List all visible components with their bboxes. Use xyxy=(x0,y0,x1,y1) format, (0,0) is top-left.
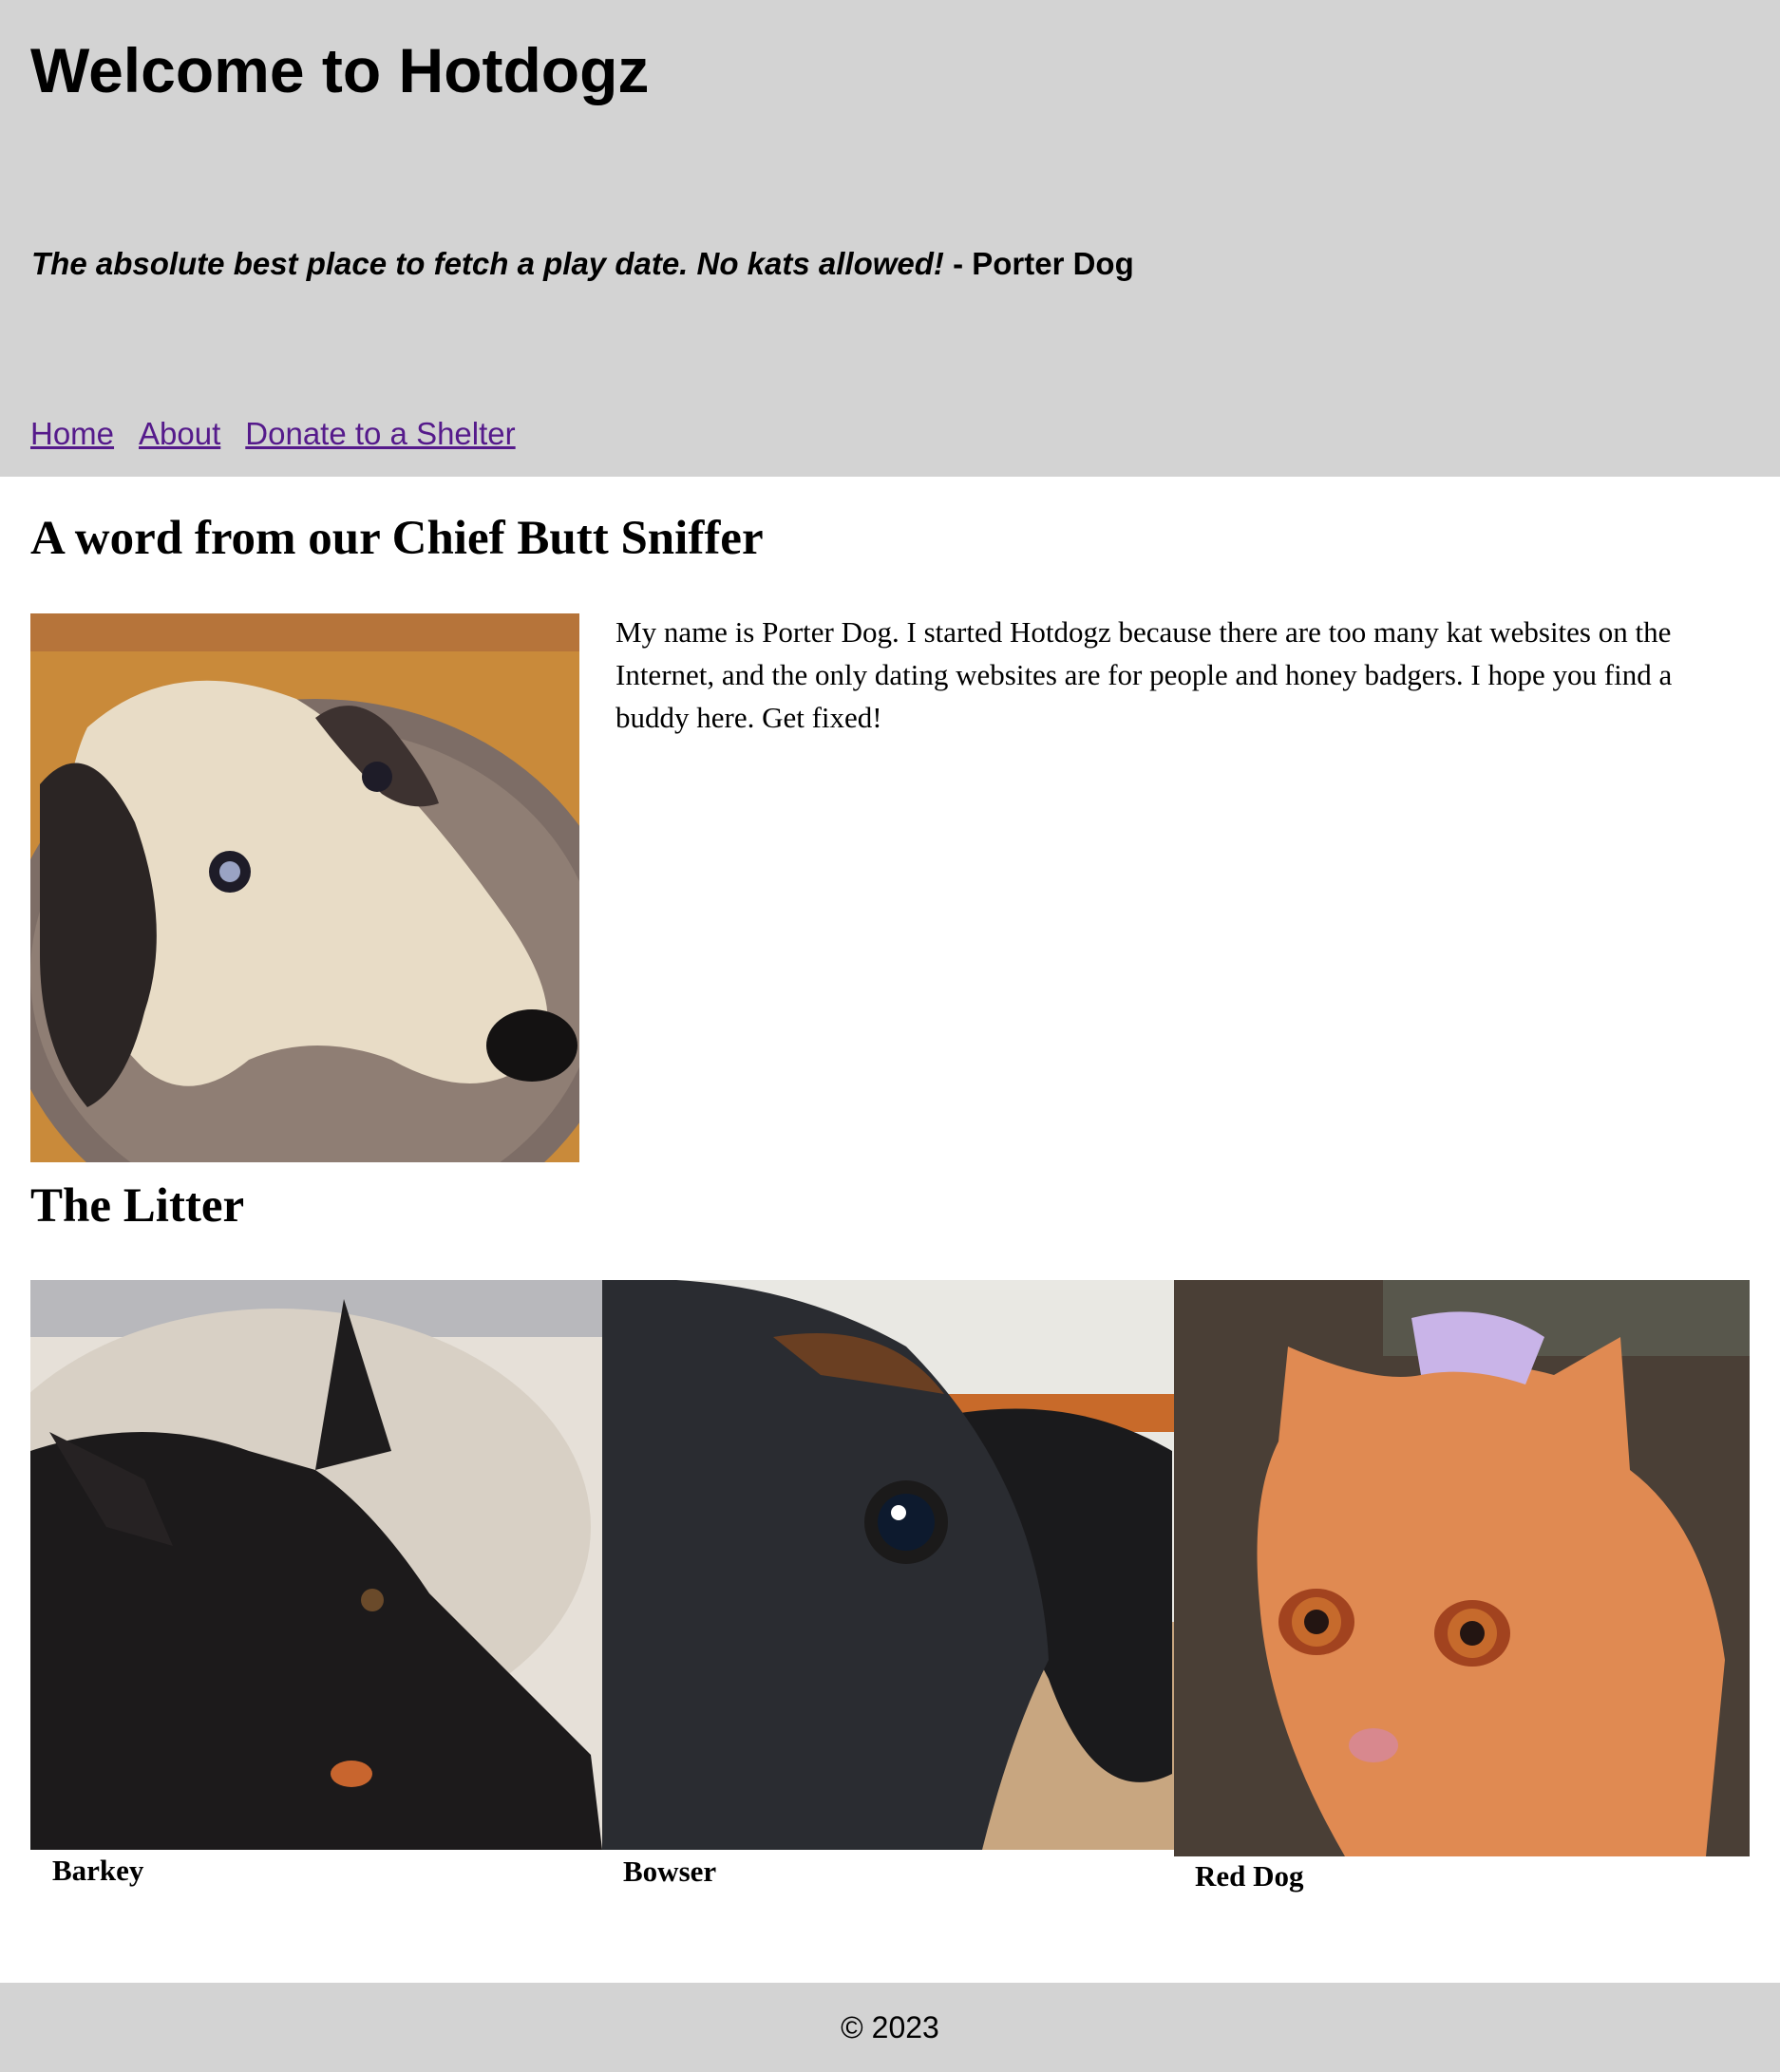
tagline: The absolute best place to fetch a play … xyxy=(31,245,1134,283)
pet-name-barkey: Barkey xyxy=(52,1854,144,1887)
intro-text: My name is Porter Dog. I started Hotdogz… xyxy=(615,615,1673,734)
nav-link-donate[interactable]: Donate to a Shelter xyxy=(245,415,515,453)
porter-dog-photo xyxy=(30,613,579,1162)
intro-heading: A word from our Chief Butt Sniffer xyxy=(30,512,764,565)
main-nav: Home About Donate to a Shelter xyxy=(30,415,516,453)
litter-heading: The Litter xyxy=(30,1179,245,1233)
site-header: Welcome to Hotdogz The absolute best pla… xyxy=(0,0,1780,477)
tagline-quote: The absolute best place to fetch a play … xyxy=(31,246,944,281)
bowser-photo xyxy=(602,1280,1174,1850)
tagline-author: - Porter Dog xyxy=(943,246,1134,281)
barkey-photo xyxy=(30,1280,602,1850)
nav-link-home[interactable]: Home xyxy=(30,415,114,453)
copyright-text: © 2023 xyxy=(841,2009,939,2044)
pet-name-red-dog: Red Dog xyxy=(1195,1859,1304,1893)
red-dog-photo xyxy=(1174,1280,1750,1856)
nav-link-about[interactable]: About xyxy=(139,415,220,453)
site-title: Welcome to Hotdogz xyxy=(30,35,650,105)
site-footer: © 2023 xyxy=(0,1983,1780,2072)
pet-name-bowser: Bowser xyxy=(623,1855,717,1888)
